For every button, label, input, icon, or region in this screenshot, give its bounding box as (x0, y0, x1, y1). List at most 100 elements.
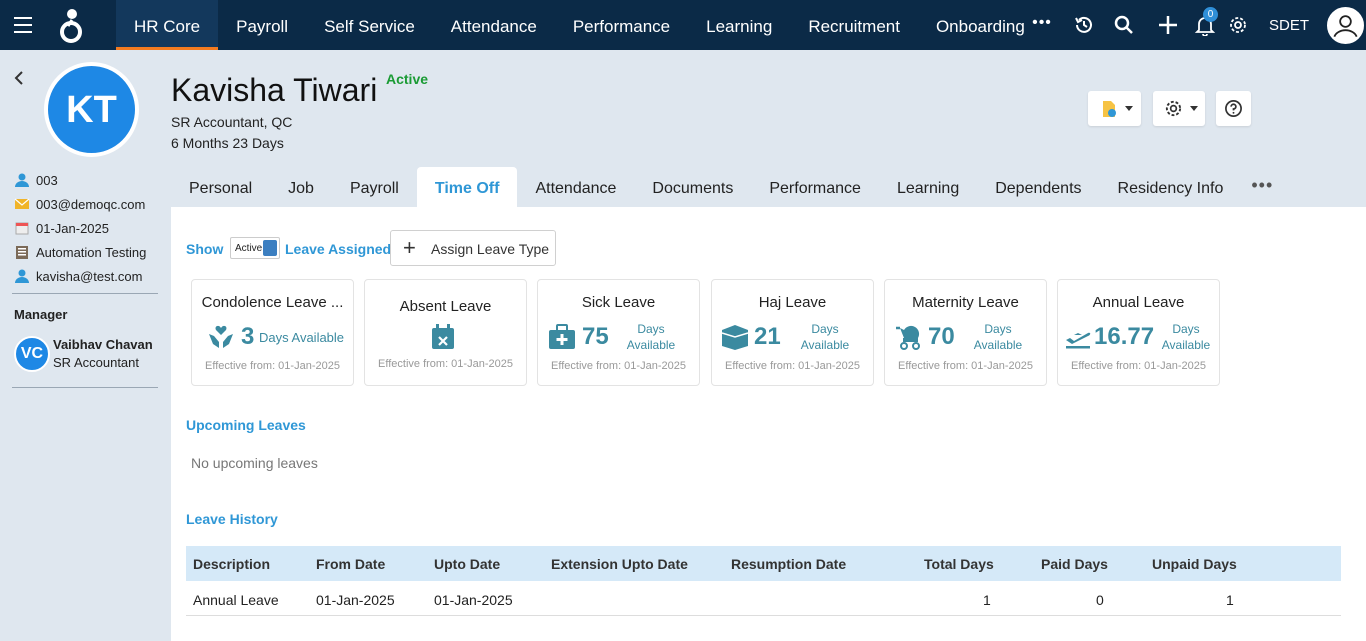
manager-name[interactable]: Vaibhav Chavan (53, 337, 153, 352)
nav-learning[interactable]: Learning (688, 0, 790, 50)
tab-performance[interactable]: Performance (751, 167, 879, 207)
personal-email[interactable]: kavisha@test.com (36, 269, 142, 284)
nav-self-service[interactable]: Self Service (306, 0, 433, 50)
tab-attendance[interactable]: Attendance (517, 167, 634, 207)
document-report-icon (1103, 101, 1116, 117)
divider (12, 293, 158, 294)
leave-card-maternity[interactable]: Maternity Leave 70 Days Available Effecti… (884, 279, 1047, 386)
employee-name: Kavisha Tiwari (171, 72, 378, 108)
leave-card-condolence[interactable]: Condolence Leave ... 3 Days Available Ef… (191, 279, 354, 386)
leave-card-value: 16.77 (1094, 323, 1155, 350)
tab-documents[interactable]: Documents (634, 167, 751, 207)
person-icon (15, 173, 29, 187)
employee-email[interactable]: 003@demoqc.com (36, 197, 145, 212)
tab-job[interactable]: Job (270, 167, 332, 207)
cell-unpaid-days: 1 (1226, 592, 1234, 608)
col-unpaid-days[interactable]: Unpaid Days (1152, 556, 1237, 572)
join-date-row: 01-Jan-2025 (14, 219, 109, 237)
col-from-date[interactable]: From Date (316, 556, 385, 572)
leave-card-effective: Effective from: 01-Jan-2025 (725, 360, 860, 372)
toggle-label: Active (235, 243, 263, 254)
leave-card-effective: Effective from: 01-Jan-2025 (551, 360, 686, 372)
medical-kit-icon (549, 324, 575, 349)
more-icon[interactable]: ••• (1031, 12, 1053, 34)
person-icon (15, 269, 29, 283)
col-paid-days[interactable]: Paid Days (1041, 556, 1108, 572)
col-description[interactable]: Description (193, 556, 270, 572)
leave-card-effective: Effective from: 01-Jan-2025 (378, 358, 513, 370)
manager-avatar[interactable]: VC (14, 336, 50, 372)
nav-hr-core[interactable]: HR Core (116, 0, 219, 50)
col-upto-date[interactable]: Upto Date (434, 556, 500, 572)
plus-icon[interactable] (1157, 14, 1179, 36)
leave-card-sick[interactable]: Sick Leave 75 Days Available Effective fr… (537, 279, 700, 386)
assign-leave-type-button[interactable]: + Assign Leave Type (390, 230, 556, 266)
cell-total-days: 1 (983, 592, 991, 608)
department: Automation Testing (36, 244, 147, 260)
leave-card-effective: Effective from: 01-Jan-2025 (1071, 360, 1206, 372)
join-date: 01-Jan-2025 (36, 220, 109, 236)
tab-learning[interactable]: Learning (879, 167, 977, 207)
logo-icon[interactable] (58, 8, 86, 44)
leave-card-days: Days Available (800, 322, 850, 352)
leave-card-days: Days Available (626, 322, 676, 352)
leave-card-haj[interactable]: Haj Leave 21 Days Available Effective fro… (711, 279, 874, 386)
top-navigation: HR Core Payroll Self Service Attendance … (0, 0, 1366, 50)
leave-card-title: Condolence Leave ... (201, 294, 344, 311)
col-total-days[interactable]: Total Days (924, 556, 994, 572)
leave-card-absent[interactable]: Absent Leave Effective from: 01-Jan-2025 (364, 279, 527, 386)
nav-performance[interactable]: Performance (555, 0, 688, 50)
employee-id-row: 003 (14, 171, 58, 189)
nav-onboarding[interactable]: Onboarding (918, 0, 1043, 50)
employee-title: SR Accountant, QC (171, 114, 293, 130)
notification-badge: 0 (1203, 7, 1218, 22)
employee-id: 003 (36, 172, 58, 188)
nav-attendance[interactable]: Attendance (433, 0, 555, 50)
profile-tabs: Personal Job Payroll Time Off Attendance… (171, 167, 1283, 207)
gear-icon[interactable] (1227, 14, 1249, 36)
leave-card-annual[interactable]: Annual Leave 16.77 Days Available Effecti… (1057, 279, 1220, 386)
leave-card-days: Days Available (973, 322, 1023, 352)
department-row: Automation Testing (14, 243, 146, 261)
col-extension-upto-date[interactable]: Extension Upto Date (551, 556, 688, 572)
caret-down-icon (1190, 106, 1198, 111)
tab-payroll[interactable]: Payroll (332, 167, 417, 207)
search-icon[interactable] (1113, 14, 1135, 36)
nav-payroll[interactable]: Payroll (218, 0, 306, 50)
help-button[interactable] (1216, 91, 1251, 126)
leave-card-title: Haj Leave (758, 294, 827, 311)
settings-dropdown-button[interactable] (1153, 91, 1205, 126)
more-tabs-icon[interactable]: ••• (1241, 167, 1283, 207)
mail-icon (14, 198, 30, 209)
employee-tenure: 6 Months 23 Days (171, 135, 284, 151)
leave-card-title: Maternity Leave (912, 294, 1019, 311)
report-dropdown-button[interactable] (1088, 91, 1141, 126)
leave-card-effective: Effective from: 01-Jan-2025 (205, 360, 340, 372)
tab-time-off[interactable]: Time Off (416, 167, 518, 207)
nav-recruitment[interactable]: Recruitment (790, 0, 918, 50)
leave-card-title: Absent Leave (399, 298, 492, 315)
tab-personal[interactable]: Personal (171, 167, 270, 207)
baby-carriage-icon (896, 325, 920, 350)
col-resumption-date[interactable]: Resumption Date (731, 556, 846, 572)
cell-paid-days: 0 (1096, 592, 1104, 608)
menu-icon[interactable] (14, 17, 32, 33)
active-toggle[interactable]: Active (230, 237, 280, 259)
history-icon[interactable] (1073, 14, 1095, 36)
manager-label: Manager (14, 307, 68, 322)
tab-dependents[interactable]: Dependents (977, 167, 1099, 207)
assign-leave-type-label: Assign Leave Type (431, 241, 550, 257)
toggle-knob (263, 240, 277, 256)
user-avatar-icon[interactable] (1327, 7, 1364, 44)
time-off-content: Show Active Leave Assigned + Assign Leav… (171, 207, 1366, 641)
user-label[interactable]: SDET (1269, 17, 1309, 34)
building-icon (16, 246, 28, 259)
table-row[interactable]: Annual Leave 01-Jan-2025 01-Jan-2025 1 0… (186, 581, 1341, 616)
back-arrow-icon[interactable] (12, 70, 26, 86)
divider (12, 387, 158, 388)
tab-residency-info[interactable]: Residency Info (1100, 167, 1242, 207)
calendar-x-icon (432, 324, 454, 349)
show-label: Show (186, 241, 224, 257)
help-icon (1225, 100, 1242, 117)
email-row: 003@demoqc.com (14, 195, 145, 213)
